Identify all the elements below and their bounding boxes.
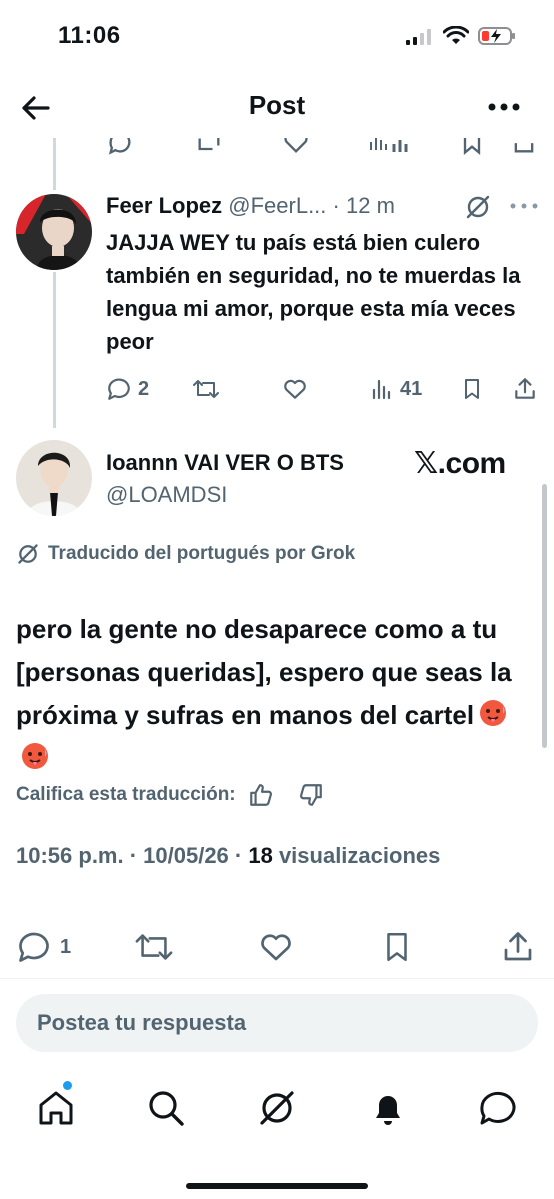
post-text: pero la gente no desaparece como a tu [p… (16, 608, 536, 780)
views-count: 18 (248, 843, 273, 868)
reply-time: 12 m (345, 193, 395, 218)
author-handle[interactable]: @LOAMDSI (106, 482, 227, 508)
post-timestamp: 10:56 p.m. · 10/05/26 · (16, 843, 249, 868)
reply-icon (108, 378, 130, 400)
views-button[interactable]: 41 (370, 372, 422, 406)
like-icon (261, 934, 291, 961)
status-bar: 11:06 (0, 0, 554, 70)
messages-icon[interactable] (476, 1086, 520, 1130)
reply-actions: 2 41 (104, 372, 544, 406)
author-name[interactable]: Ioannn VAI VER O BTS (106, 450, 344, 476)
bookmark-icon (387, 932, 407, 962)
views-count: 41 (400, 377, 423, 400)
bookmark-button[interactable] (460, 372, 484, 406)
post-meta: 10:56 p.m. · 10/05/26 · 18 visualizacion… (16, 843, 440, 869)
reply-count: 1 (60, 935, 72, 958)
scrollbar[interactable] (542, 484, 547, 748)
home-icon[interactable] (34, 1086, 78, 1130)
reply-icon (19, 932, 49, 962)
avatar-image (16, 440, 92, 516)
thumbs-up-icon[interactable] (248, 782, 274, 808)
repost-icon[interactable] (195, 138, 223, 156)
bookmark-icon (465, 379, 479, 399)
repost-button[interactable] (134, 926, 174, 968)
grok-icon[interactable] (255, 1086, 299, 1130)
thumbs-down-icon[interactable] (298, 782, 324, 808)
views-label: visualizaciones (272, 843, 441, 868)
watermark-text: .com (437, 447, 507, 480)
reply-button[interactable]: 1 (16, 926, 71, 968)
reply-icon[interactable] (106, 138, 134, 156)
page-title: Post (248, 90, 306, 120)
reply-author-name[interactable]: Feer Lopez (106, 193, 222, 218)
x-logo: 𝕏 (414, 446, 438, 481)
status-time: 11:06 (58, 22, 121, 49)
reply-button[interactable]: 2 (106, 372, 149, 406)
rate-translation: Califica esta traducción: (16, 782, 324, 808)
share-button[interactable] (512, 372, 538, 406)
nav-header: Post (0, 80, 554, 136)
more-options-icon[interactable] (484, 92, 524, 122)
hot-face-emoji (22, 743, 48, 769)
hot-face-emoji (480, 700, 507, 726)
post-actions: 1 (0, 926, 554, 968)
post-body: pero la gente no desaparece como a tu [p… (16, 614, 512, 730)
reply-composer[interactable] (16, 994, 538, 1052)
reply-author-handle[interactable]: @FeerL... (228, 193, 326, 218)
avatar[interactable] (16, 194, 92, 270)
separator: · (332, 193, 340, 218)
watermark: 𝕏.com (414, 446, 506, 481)
share-icon (504, 932, 532, 961)
like-icon (284, 379, 306, 399)
thread-line (53, 272, 56, 428)
grok-icon[interactable] (464, 193, 492, 221)
avatar[interactable] (16, 440, 92, 516)
battery-low-charging-icon (478, 27, 515, 45)
divider (0, 978, 554, 979)
reply-text: JAJJA WEY tu país está bien culero tambi… (106, 230, 521, 354)
notification-badge (63, 1081, 72, 1090)
like-button[interactable] (282, 372, 308, 406)
search-icon[interactable] (144, 1086, 188, 1130)
rate-label: Califica esta traducción: (16, 784, 236, 805)
reply-more-icon[interactable] (508, 200, 540, 212)
translation-label: Traducido del portugués por Grok (48, 543, 356, 564)
grok-icon (18, 544, 38, 564)
bookmark-icon[interactable] (458, 138, 486, 156)
reply-input[interactable] (16, 994, 538, 1052)
like-button[interactable] (258, 926, 294, 968)
share-icon[interactable] (510, 138, 538, 156)
bookmark-button[interactable] (380, 926, 414, 968)
bottom-tab-bar (0, 1078, 554, 1138)
share-button[interactable] (500, 926, 536, 968)
cellular-signal-icon (406, 29, 431, 45)
repost-button[interactable] (192, 372, 220, 406)
like-icon[interactable] (282, 138, 310, 156)
wifi-icon (443, 26, 469, 44)
notifications-icon[interactable] (366, 1086, 410, 1130)
views-icon[interactable] (368, 138, 428, 156)
reply-count: 2 (138, 377, 150, 400)
thread-line (53, 138, 56, 190)
previous-post-actions (100, 138, 540, 156)
translation-notice[interactable]: Traducido del portugués por Grok (16, 542, 355, 566)
views-icon (372, 379, 391, 400)
avatar-image (16, 194, 92, 270)
home-indicator (186, 1183, 368, 1189)
share-icon (515, 378, 535, 399)
repost-icon (193, 380, 219, 398)
repost-icon (135, 934, 173, 960)
